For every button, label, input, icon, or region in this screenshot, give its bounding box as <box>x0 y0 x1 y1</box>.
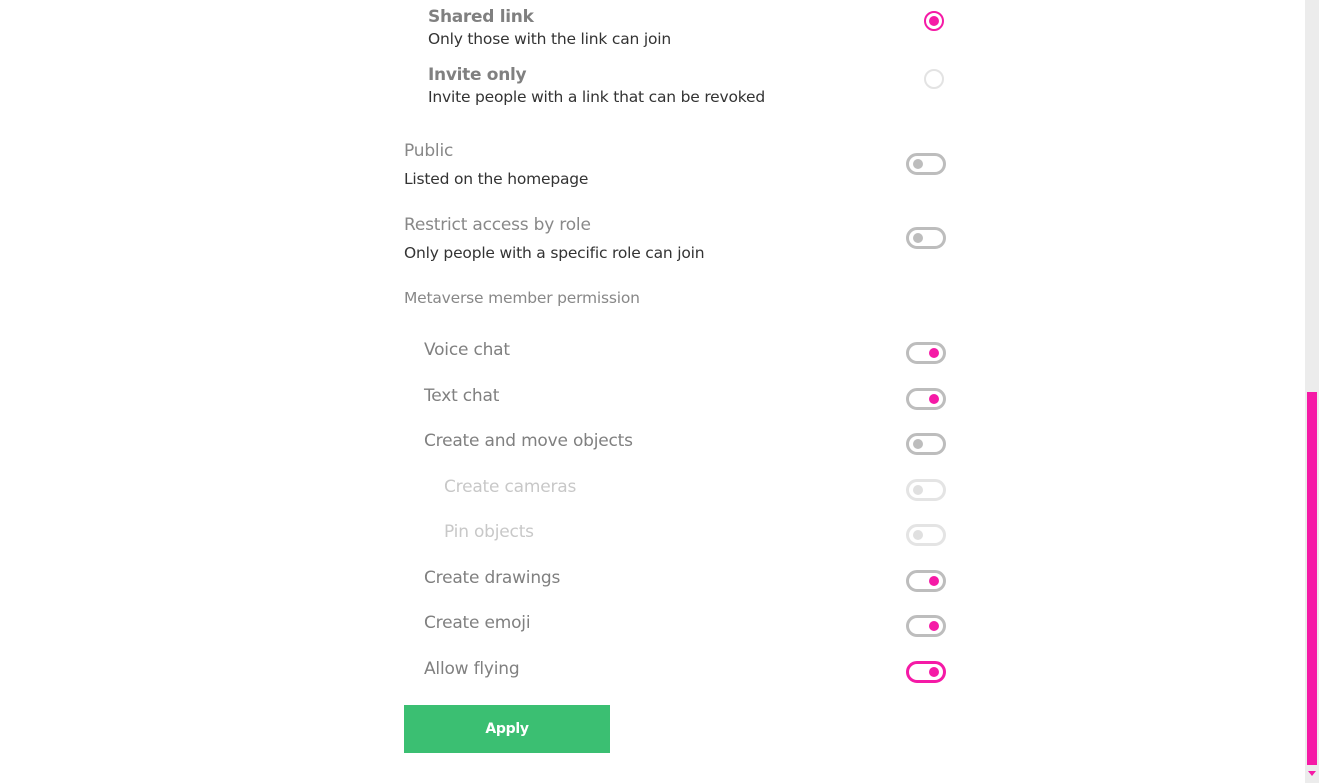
permission-row-create-drawings: Create drawings <box>424 568 946 594</box>
setting-title: Public <box>404 141 454 161</box>
toggle-knob <box>929 667 939 677</box>
create-and-move-objects-toggle[interactable] <box>906 433 946 455</box>
setting-title: Restrict access by role <box>404 215 591 235</box>
radio-button[interactable] <box>924 11 944 31</box>
permission-row-pin-objects: Pin objects <box>444 522 946 548</box>
radio-title: Invite only <box>428 65 527 85</box>
permission-row-create-cameras: Create cameras <box>444 477 946 503</box>
voice-chat-toggle[interactable] <box>906 342 946 364</box>
apply-button[interactable]: Apply <box>404 705 610 753</box>
toggle-knob <box>913 485 923 495</box>
setting-description: Only people with a specific role can joi… <box>404 244 705 262</box>
toggle-knob <box>929 621 939 631</box>
scrollbar-thumb[interactable] <box>1307 392 1317 765</box>
radio-description: Only those with the link can join <box>428 30 671 48</box>
permission-label: Create drawings <box>424 568 561 588</box>
public-toggle[interactable] <box>906 153 946 175</box>
permission-label: Create and move objects <box>424 431 633 451</box>
pin-objects-toggle <box>906 524 946 546</box>
radio-option-invite-only[interactable]: Invite only Invite people with a link th… <box>428 65 946 117</box>
permission-label: Pin objects <box>444 522 534 542</box>
toggle-knob <box>913 439 923 449</box>
section-label: Metaverse member permission <box>404 289 640 307</box>
create-drawings-toggle[interactable] <box>906 570 946 592</box>
setting-description: Listed on the homepage <box>404 170 589 188</box>
radio-description: Invite people with a link that can be re… <box>428 88 765 106</box>
create-emoji-toggle[interactable] <box>906 615 946 637</box>
text-chat-toggle[interactable] <box>906 388 946 410</box>
allow-flying-toggle[interactable] <box>906 661 946 683</box>
permission-label: Create cameras <box>444 477 577 497</box>
radio-button[interactable] <box>924 69 944 89</box>
radio-title: Shared link <box>428 7 534 27</box>
scroll-down-arrow-icon[interactable] <box>1307 767 1317 781</box>
vertical-scrollbar[interactable] <box>1305 0 1319 783</box>
permission-label: Create emoji <box>424 613 531 633</box>
radio-option-shared-link[interactable]: Shared link Only those with the link can… <box>428 7 946 59</box>
create-cameras-toggle <box>906 479 946 501</box>
toggle-knob <box>913 159 923 169</box>
toggle-knob <box>929 394 939 404</box>
permission-row-voice-chat: Voice chat <box>424 340 946 366</box>
permission-label: Voice chat <box>424 340 510 360</box>
permission-row-create-and-move-objects: Create and move objects <box>424 431 946 457</box>
toggle-knob <box>913 233 923 243</box>
permission-row-create-emoji: Create emoji <box>424 613 946 639</box>
toggle-knob <box>929 348 939 358</box>
restrict-by-role-toggle[interactable] <box>906 227 946 249</box>
toggle-knob <box>913 530 923 540</box>
toggle-knob <box>929 576 939 586</box>
setting-public: Public Listed on the homepage <box>404 141 946 191</box>
permission-row-allow-flying: Allow flying <box>424 659 946 685</box>
permission-label: Allow flying <box>424 659 520 679</box>
permission-row-text-chat: Text chat <box>424 386 946 412</box>
setting-restrict-by-role: Restrict access by role Only people with… <box>404 215 946 265</box>
permission-label: Text chat <box>424 386 500 406</box>
